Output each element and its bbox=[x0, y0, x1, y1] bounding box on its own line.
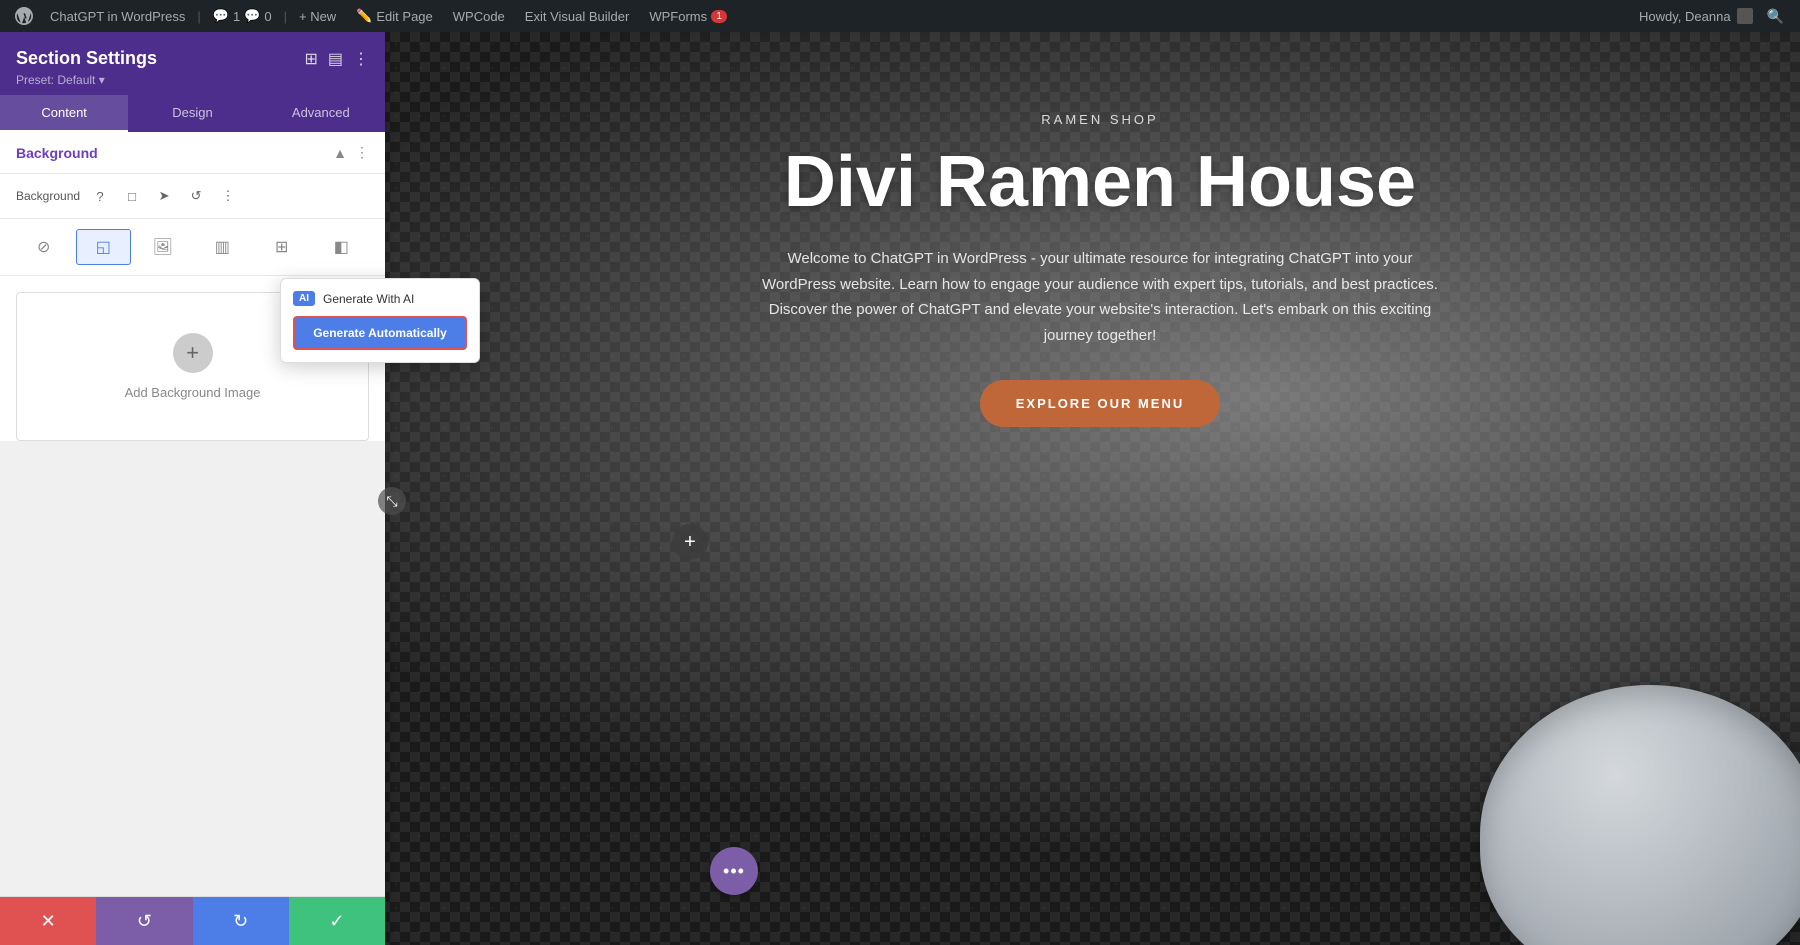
wpforms-badge: 1 bbox=[711, 10, 727, 23]
add-section-button[interactable]: + bbox=[672, 524, 708, 560]
panel-tabs: Content Design Advanced bbox=[0, 95, 385, 132]
bg-section-title: Background bbox=[16, 145, 98, 161]
bg-help-icon[interactable]: ? bbox=[88, 184, 112, 208]
user-greeting: Howdy, Deanna 🔍 bbox=[1639, 8, 1792, 25]
shop-label: RAMEN SHOP bbox=[750, 112, 1450, 127]
ai-badge: AI bbox=[293, 291, 315, 306]
tab-design[interactable]: Design bbox=[128, 95, 256, 132]
bg-device-icon[interactable]: □ bbox=[120, 184, 144, 208]
settings-panel: Section Settings ⊞ ▤ ⋮ Preset: Default ▾… bbox=[0, 32, 385, 945]
hero-title: Divi Ramen House bbox=[750, 143, 1450, 222]
redo-button[interactable]: ↻ bbox=[193, 897, 289, 945]
bg-label: Background bbox=[16, 189, 80, 203]
site-title: ChatGPT in WordPress bbox=[50, 9, 185, 24]
wpforms-item[interactable]: WPForms 1 bbox=[639, 0, 737, 32]
bg-arrow-icon[interactable]: ➤ bbox=[152, 184, 176, 208]
bg-type-none[interactable]: ⊘ bbox=[16, 229, 72, 265]
more-options-icon[interactable]: ⋮ bbox=[353, 49, 369, 69]
undo-button[interactable]: ↺ bbox=[96, 897, 192, 945]
bg-image-add-icon: + bbox=[173, 333, 213, 373]
ai-popup-header: AI Generate With AI bbox=[293, 291, 467, 306]
cancel-button[interactable]: ✕ bbox=[0, 897, 96, 945]
bg-type-mask[interactable]: ◧ bbox=[314, 229, 370, 265]
bg-section-actions: ▲ ⋮ bbox=[333, 144, 369, 161]
search-icon[interactable]: 🔍 bbox=[1759, 8, 1792, 25]
hero-description: Welcome to ChatGPT in WordPress - your u… bbox=[750, 246, 1450, 348]
panel-body: Background ▲ ⋮ Background ? □ ➤ ↺ ⋮ ⊘ ◱ … bbox=[0, 132, 385, 896]
dots-icon: ••• bbox=[723, 861, 745, 882]
new-item[interactable]: + New bbox=[289, 0, 346, 32]
save-button[interactable]: ✓ bbox=[289, 897, 385, 945]
panel-header: Section Settings ⊞ ▤ ⋮ Preset: Default ▾ bbox=[0, 32, 385, 95]
site-name-item[interactable]: ChatGPT in WordPress bbox=[40, 0, 195, 32]
ai-popup: AI Generate With AI Generate Automatical… bbox=[280, 278, 480, 363]
comments-item[interactable]: 💬 1 💬 0 bbox=[203, 0, 282, 32]
hero-section: RAMEN SHOP Divi Ramen House Welcome to C… bbox=[750, 112, 1450, 427]
collapse-icon[interactable]: ▲ bbox=[333, 145, 347, 161]
bg-more-icon[interactable]: ⋮ bbox=[355, 144, 369, 161]
panel-title-row: Section Settings ⊞ ▤ ⋮ bbox=[16, 48, 369, 69]
user-avatar bbox=[1737, 8, 1753, 24]
bowl-image-area bbox=[1400, 595, 1800, 945]
bg-type-row: ⊘ ◱ 🖼 ▥ ⊞ ◧ bbox=[0, 219, 385, 276]
bowl-shape bbox=[1480, 685, 1800, 945]
bg-type-pattern[interactable]: ⊞ bbox=[254, 229, 310, 265]
fullscreen-icon[interactable]: ⊞ bbox=[304, 49, 317, 69]
wpcode-item[interactable]: WPCode bbox=[443, 0, 515, 32]
bg-options-icon[interactable]: ⋮ bbox=[216, 184, 240, 208]
edit-page-item[interactable]: ✏️ Edit Page bbox=[346, 0, 443, 32]
bg-type-video[interactable]: ▥ bbox=[195, 229, 251, 265]
scroll-handle[interactable]: ⤡ bbox=[378, 487, 406, 515]
bg-type-image[interactable]: 🖼 bbox=[135, 229, 191, 265]
bg-section-header: Background ▲ ⋮ bbox=[0, 132, 385, 174]
panel-title: Section Settings bbox=[16, 48, 157, 69]
generate-automatically-button[interactable]: Generate Automatically bbox=[293, 316, 467, 350]
wp-logo[interactable] bbox=[8, 0, 40, 32]
floating-menu-button[interactable]: ••• bbox=[710, 847, 758, 895]
bg-image-label: Add Background Image bbox=[125, 385, 261, 400]
ai-popup-title: Generate With AI bbox=[323, 292, 414, 306]
panel-footer: ✕ ↺ ↻ ✓ bbox=[0, 896, 385, 945]
preset-row[interactable]: Preset: Default ▾ bbox=[16, 73, 369, 87]
tab-advanced[interactable]: Advanced bbox=[257, 95, 385, 132]
admin-bar: ChatGPT in WordPress | 💬 1 💬 0 | + New ✏… bbox=[0, 0, 1800, 32]
resize-icon: ⤡ bbox=[386, 493, 397, 510]
columns-icon[interactable]: ▤ bbox=[328, 49, 343, 69]
bg-type-gradient[interactable]: ◱ bbox=[76, 229, 132, 265]
explore-menu-button[interactable]: EXPLORE OUR MENU bbox=[980, 380, 1221, 427]
bg-reset-icon[interactable]: ↺ bbox=[184, 184, 208, 208]
tab-content[interactable]: Content bbox=[0, 95, 128, 132]
bg-controls-row: Background ? □ ➤ ↺ ⋮ bbox=[0, 174, 385, 219]
exit-builder-item[interactable]: Exit Visual Builder bbox=[515, 0, 640, 32]
panel-title-icons: ⊞ ▤ ⋮ bbox=[304, 49, 369, 69]
